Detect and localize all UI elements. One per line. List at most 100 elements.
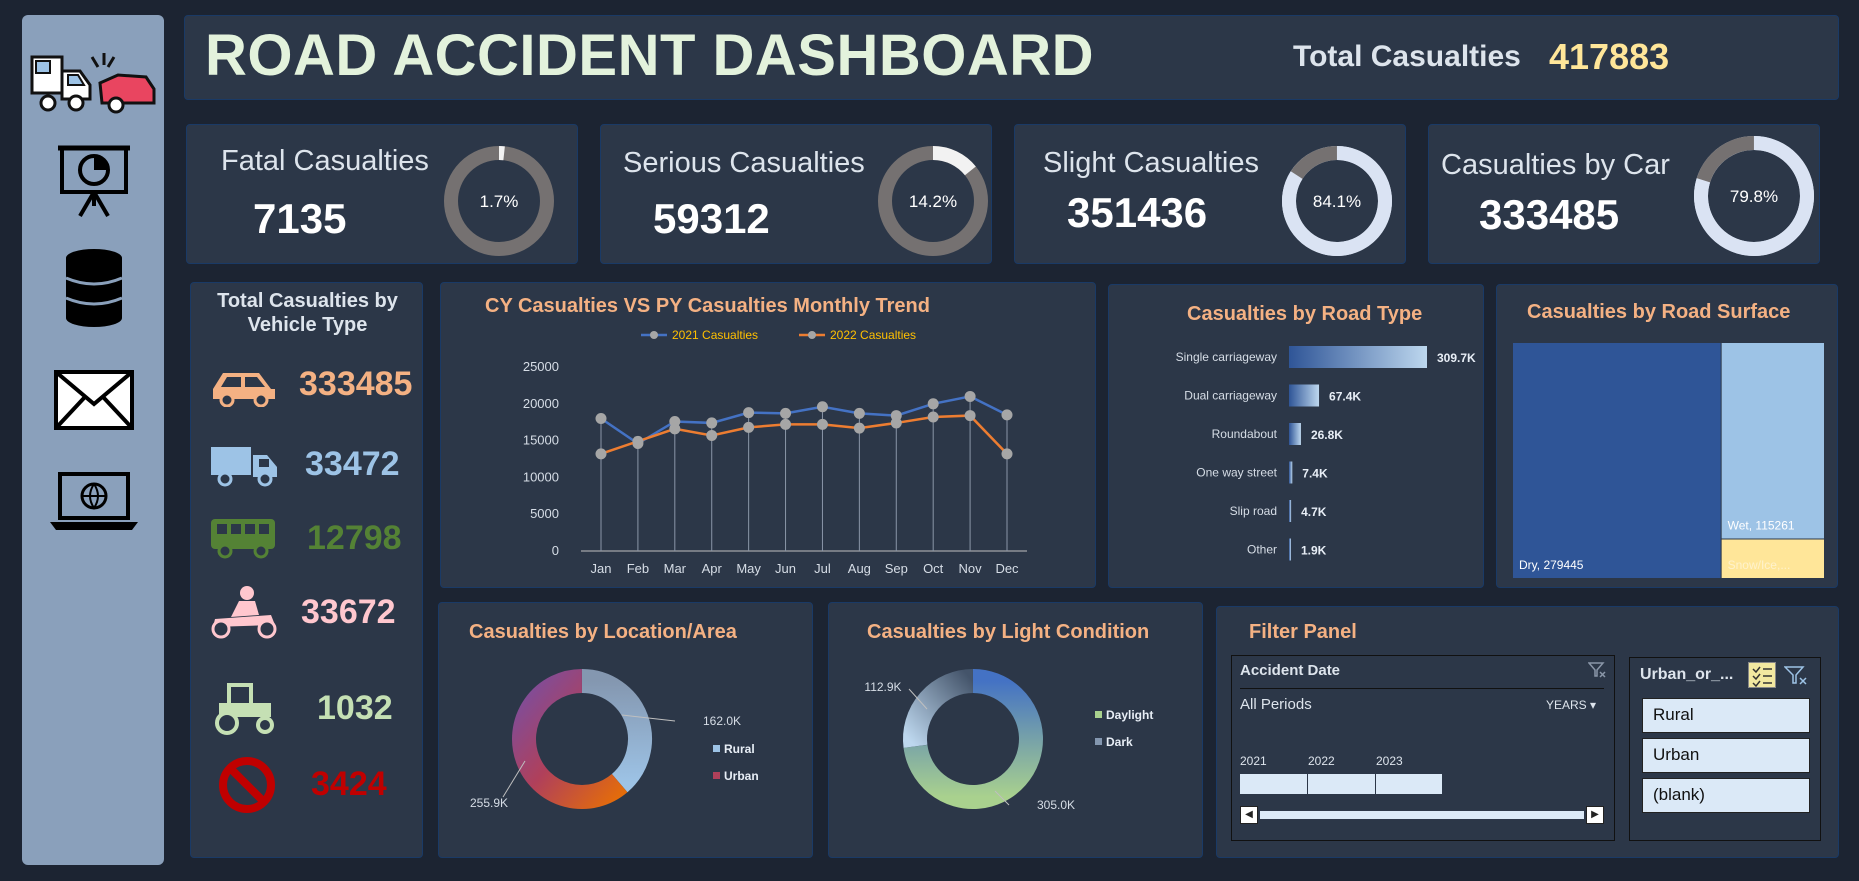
motorcycle-icon xyxy=(211,586,277,639)
data-point xyxy=(1001,409,1013,421)
road-type-panel: Casualties by Road Type Single carriagew… xyxy=(1108,284,1484,588)
chevron-down-icon: ▾ xyxy=(1589,698,1596,712)
accident-date-slicer: Accident Date All Periods YEARS ▾ 2021 2… xyxy=(1231,655,1615,841)
x-tick-label: May xyxy=(736,561,761,576)
category-label: Single carriageway xyxy=(1176,350,1277,364)
timeline-segment[interactable] xyxy=(1240,774,1308,794)
kpi-donut: 84.1% xyxy=(1282,146,1392,256)
legend-label: Dark xyxy=(1106,735,1133,749)
period-unit-dropdown[interactable]: YEARS ▾ xyxy=(1546,698,1596,712)
scroll-left-icon[interactable]: ◀ xyxy=(1240,806,1258,824)
legend-swatch xyxy=(713,745,720,752)
legend-marker xyxy=(650,331,658,339)
category-label: Slip road xyxy=(1230,504,1277,518)
y-tick-label: 15000 xyxy=(523,433,559,448)
kpi-donut: 79.8% xyxy=(1694,136,1814,256)
bar-value-label: 4.7K xyxy=(1301,505,1327,519)
kpi-donut: 1.7% xyxy=(444,146,554,256)
bar xyxy=(1289,423,1301,445)
vehicle-value: 333485 xyxy=(299,365,413,403)
vehicle-row-truck: 33472 xyxy=(203,435,413,495)
category-label: Roundabout xyxy=(1212,427,1278,441)
donut-pct-label: 14.2% xyxy=(909,192,957,211)
donut-slice xyxy=(581,669,652,793)
kpi-value: 333485 xyxy=(1479,191,1620,238)
laptop-globe-icon[interactable] xyxy=(44,457,144,547)
kpi-value: 59312 xyxy=(653,195,770,242)
data-point xyxy=(890,417,902,429)
timeline-segment[interactable] xyxy=(1376,774,1442,794)
kpi-car: Casualties by Car 333485 79.8% xyxy=(1428,124,1820,264)
clear-filter-icon[interactable] xyxy=(1588,662,1606,678)
filter-title: Filter Panel xyxy=(1249,621,1357,643)
vehicle-row-tractor: 1032 xyxy=(203,679,413,739)
mail-icon[interactable] xyxy=(44,355,144,445)
donut-slice xyxy=(932,146,976,176)
x-tick-label: Jan xyxy=(591,561,612,576)
legend-swatch xyxy=(1095,711,1102,718)
urban-option-blank[interactable]: (blank) xyxy=(1642,778,1810,813)
donut-slice xyxy=(1290,146,1338,180)
vehicle-type-title: Total Casualties by Vehicle Type xyxy=(217,290,398,336)
scroll-thumb[interactable] xyxy=(1260,811,1584,819)
data-point xyxy=(927,411,939,423)
data-point xyxy=(964,390,976,402)
timeline-bar[interactable] xyxy=(1240,774,1442,794)
bar xyxy=(1289,500,1292,522)
car-crash-icon[interactable] xyxy=(28,37,158,127)
urban-option-urban[interactable]: Urban xyxy=(1642,738,1810,773)
treemap-label: Wet, 115261 xyxy=(1728,518,1795,532)
data-point xyxy=(853,422,865,434)
donut-slice xyxy=(903,669,974,748)
multi-select-icon[interactable] xyxy=(1748,662,1776,688)
bar-value-label: 1.9K xyxy=(1301,544,1327,558)
donut-pct-label: 84.1% xyxy=(1313,192,1361,211)
vehicle-row-car: 333485 xyxy=(203,355,413,415)
data-point xyxy=(780,407,792,419)
clear-filter-icon[interactable] xyxy=(1784,666,1808,686)
presentation-icon[interactable] xyxy=(44,135,144,225)
urban-slicer-title: Urban_or_... xyxy=(1640,666,1734,683)
slice-label: 112.9K xyxy=(864,680,901,694)
urban-slicer: Urban_or_... Rural Urban (blank) xyxy=(1629,657,1821,841)
road-surface-title: Casualties by Road Surface xyxy=(1527,301,1791,323)
filter-panel: Filter Panel Accident Date All Periods Y… xyxy=(1216,606,1839,858)
category-label: Other xyxy=(1247,543,1277,557)
data-point xyxy=(743,407,755,419)
data-point xyxy=(706,417,718,429)
bar-value-label: 26.8K xyxy=(1311,428,1343,442)
period-selection[interactable]: All Periods xyxy=(1240,696,1312,713)
light-donut-chart: 305.0K 112.9K Daylight Dark xyxy=(864,669,1153,812)
bar xyxy=(1289,384,1320,407)
vehicle-value: 33672 xyxy=(301,593,396,631)
data-point xyxy=(595,413,607,425)
scroll-right-icon[interactable]: ▶ xyxy=(1586,806,1604,824)
data-point xyxy=(816,418,828,430)
urban-option-rural[interactable]: Rural xyxy=(1642,698,1810,733)
timeline-segment[interactable] xyxy=(1308,774,1376,794)
bar-value-label: 67.4K xyxy=(1329,390,1361,404)
data-point xyxy=(669,423,681,435)
data-point xyxy=(1001,448,1013,460)
treemap-label: Dry, 279445 xyxy=(1519,558,1584,572)
treemap-label: Snow/Ice,... xyxy=(1728,558,1791,572)
timeline-scrollbar[interactable]: ◀ ▶ xyxy=(1240,806,1604,824)
vehicle-value: 12798 xyxy=(307,519,402,557)
x-tick-label: Feb xyxy=(627,561,649,576)
kpi-donut: 14.2% xyxy=(878,146,988,256)
legend-label: Daylight xyxy=(1106,708,1153,722)
data-point xyxy=(595,448,607,460)
y-tick-label: 0 xyxy=(552,543,559,558)
database-icon[interactable] xyxy=(44,243,144,333)
x-tick-label: Dec xyxy=(995,561,1019,576)
leader-line xyxy=(502,760,526,798)
page-title: ROAD ACCIDENT DASHBOARD xyxy=(205,23,1095,88)
data-point xyxy=(706,429,718,441)
road-surface-treemap: Dry, 279445 Wet, 115261 Snow/Ice,... xyxy=(1513,343,1824,578)
vehicle-value: 33472 xyxy=(305,445,400,483)
kpi-label: Slight Casualties xyxy=(1043,147,1259,179)
series-line xyxy=(600,414,1008,456)
legend-label: Rural xyxy=(724,742,755,756)
y-tick-label: 20000 xyxy=(523,396,559,411)
header-panel: ROAD ACCIDENT DASHBOARD Total Casualties… xyxy=(184,15,1839,100)
